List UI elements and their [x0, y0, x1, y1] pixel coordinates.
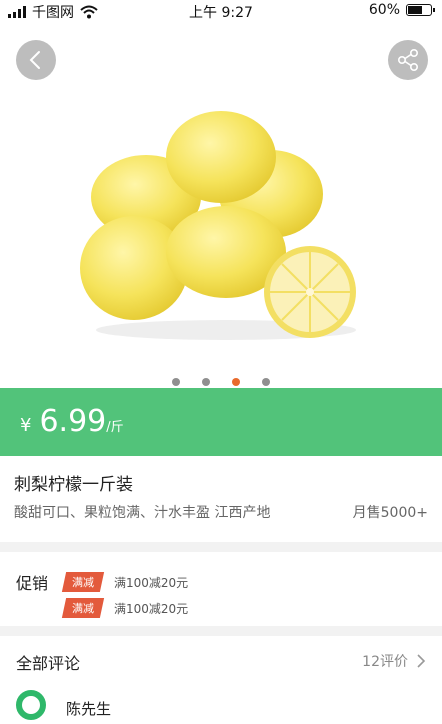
reviews-section: 全部评论 12评价 陈先生 [0, 636, 442, 724]
product-info: 刺梨柠檬一斤装 酸甜可口、果粒饱满、汁水丰盈 江西产地 月售5000+ [0, 456, 442, 542]
discount-tag: 满减 [61, 572, 105, 592]
discount-tag: 满减 [61, 598, 105, 618]
pagination-dot[interactable] [262, 378, 270, 386]
price-amount: 6.99 [39, 404, 107, 439]
promotion-section[interactable]: 促销 满减 满100减20元 满减 满100减20元 [0, 552, 442, 626]
battery-info: 60% [368, 2, 435, 18]
product-gallery[interactable] [0, 22, 442, 388]
promotion-text: 满100减20元 [114, 575, 189, 590]
monthly-sales: 月售5000+ [352, 505, 428, 521]
battery-percent: 60% [368, 2, 400, 18]
pagination-dot[interactable] [172, 378, 180, 386]
pagination-dot-active[interactable] [232, 378, 240, 386]
pagination-dot[interactable] [202, 378, 210, 386]
chevron-right-icon [417, 654, 426, 668]
promotion-label: 促销 [16, 574, 49, 593]
price-bar: ¥ 6.99 /斤 [0, 388, 442, 456]
share-icon [398, 49, 418, 71]
lemon-product-image [80, 111, 356, 340]
chevron-left-icon [29, 51, 40, 69]
product-title: 刺梨柠檬一斤装 [14, 475, 133, 495]
promotion-item: 满减 满100减20元 [61, 572, 189, 592]
share-button[interactable] [388, 40, 428, 80]
promotion-item: 满减 满100减20元 [61, 598, 189, 618]
avatar [16, 690, 46, 720]
price-unit: /斤 [106, 420, 124, 435]
gallery-pagination [0, 378, 442, 386]
reviews-title: 全部评论 [16, 654, 81, 673]
price-group: ¥ 6.99 /斤 [20, 404, 124, 439]
reviews-link[interactable]: 12评价 [362, 651, 426, 671]
battery-icon [406, 4, 435, 16]
product-description: 酸甜可口、果粒饱满、汁水丰盈 江西产地 [14, 505, 271, 521]
currency-symbol: ¥ [20, 415, 32, 436]
promotion-text: 满100减20元 [114, 601, 189, 616]
review-count: 12评价 [362, 654, 408, 670]
status-bar: 千图网 上午 9:27 60% [0, 0, 442, 22]
reviewer-name: 陈先生 [66, 700, 112, 718]
back-button[interactable] [16, 40, 56, 80]
